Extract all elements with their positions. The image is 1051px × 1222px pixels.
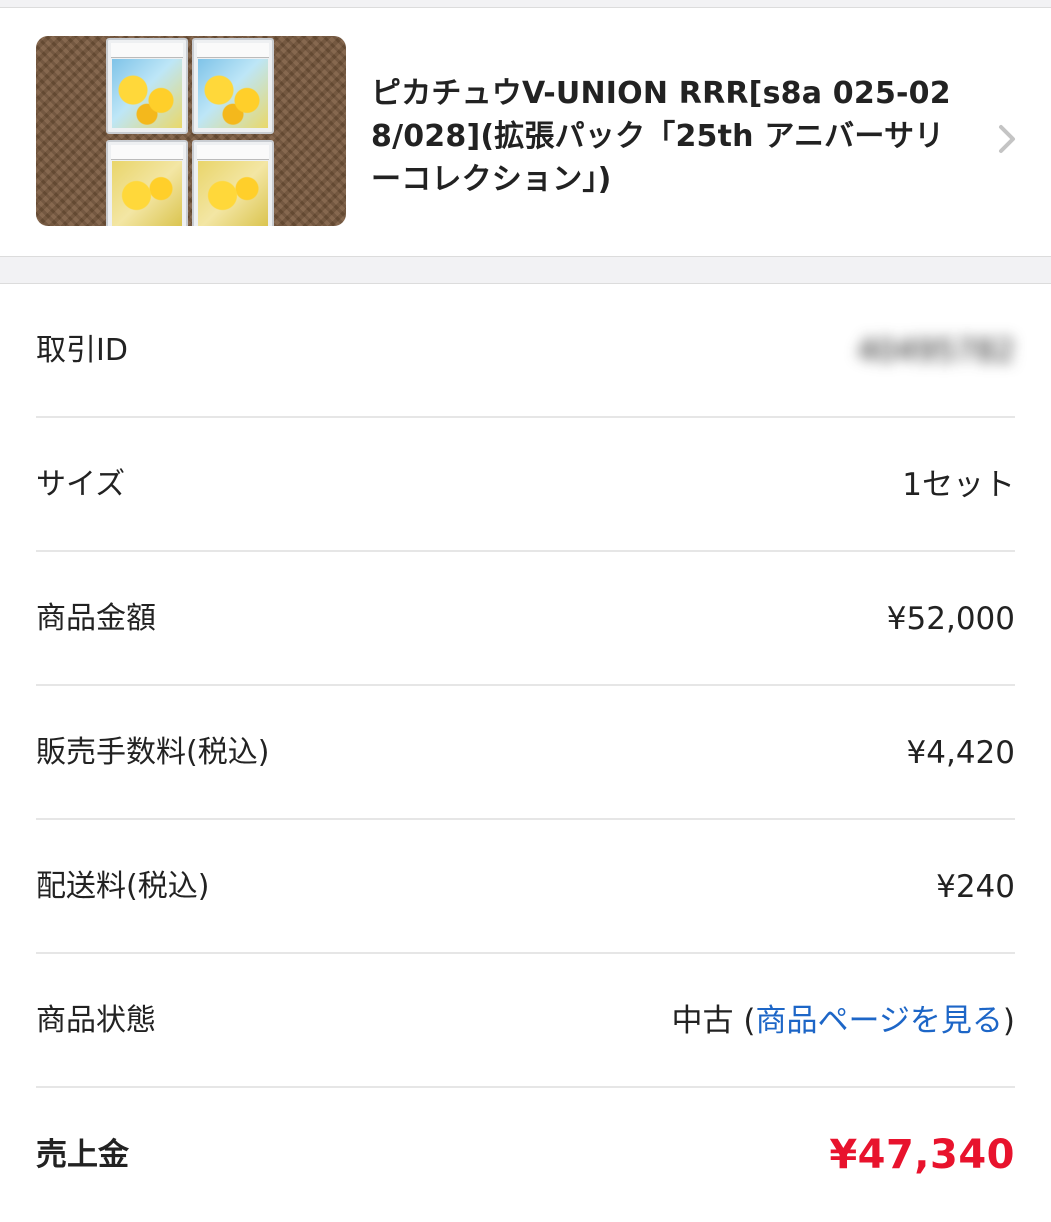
transaction-id-value: 40495782 [857, 333, 1015, 369]
chevron-right-icon[interactable] [996, 121, 1018, 157]
condition-paren-open: ( [733, 1003, 756, 1039]
proceeds-row: 売上金 ¥47,340 [36, 1088, 1015, 1200]
shipping-fee-value: ¥240 [936, 869, 1015, 905]
sales-fee-label: 販売手数料(税込) [36, 735, 270, 770]
product-title[interactable]: ピカチュウV-UNION RRR[s8a 025-028/028](拡張パック「… [371, 72, 956, 201]
item-price-label: 商品金額 [36, 601, 156, 636]
card-slab-bottom-right [192, 140, 274, 226]
condition-value: 中古 [671, 1003, 734, 1039]
transaction-id-label: 取引ID [36, 333, 128, 368]
condition-value-group: 中古 (商品ページを見る) [672, 954, 1015, 1088]
condition-paren-close: ) [1002, 1003, 1015, 1039]
shipping-fee-row: 配送料(税込) ¥240 [36, 820, 1015, 954]
condition-label: 商品状態 [36, 1003, 156, 1038]
proceeds-value: ¥47,340 [829, 1132, 1015, 1178]
condition-row: 商品状態 中古 (商品ページを見る) [36, 954, 1015, 1088]
card-slab-top-left [106, 38, 188, 134]
product-thumbnail [36, 36, 346, 226]
sales-fee-row: 販売手数料(税込) ¥4,420 [36, 686, 1015, 820]
card-slab-bottom-left [106, 140, 188, 226]
shipping-fee-label: 配送料(税込) [36, 869, 210, 904]
product-card[interactable]: ピカチュウV-UNION RRR[s8a 025-028/028](拡張パック「… [0, 8, 1051, 256]
size-value: 1セット [902, 467, 1015, 503]
item-price-value: ¥52,000 [886, 601, 1015, 637]
section-separator-band [0, 256, 1051, 284]
size-row: サイズ 1セット [36, 418, 1015, 552]
card-slab-top-right [192, 38, 274, 134]
sales-fee-value: ¥4,420 [906, 735, 1015, 771]
transaction-id-row: 取引ID 40495782 [36, 284, 1015, 418]
view-product-page-link[interactable]: 商品ページを見る [756, 1003, 1003, 1039]
proceeds-label: 売上金 [36, 1137, 129, 1173]
top-separator-band [0, 0, 1051, 8]
size-label: サイズ [36, 467, 126, 502]
item-price-row: 商品金額 ¥52,000 [36, 552, 1015, 686]
